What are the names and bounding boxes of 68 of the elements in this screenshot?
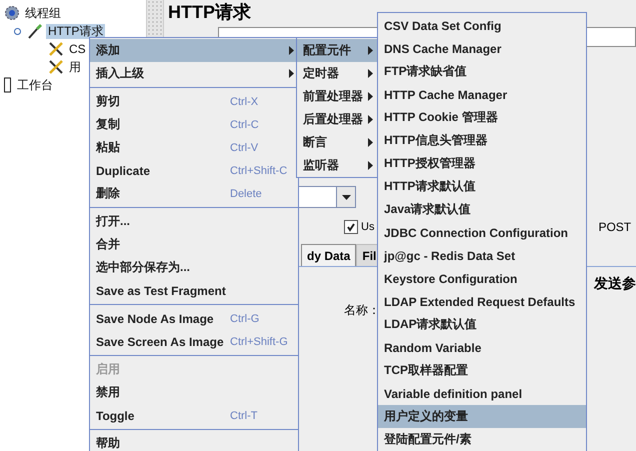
menu-item[interactable]: HTTP请求默认值 <box>378 175 586 198</box>
menu-item[interactable]: Keystore Configuration <box>378 267 586 290</box>
menu-item[interactable]: LDAP Extended Request Defaults <box>378 290 586 313</box>
submenu-arrow-icon <box>368 161 373 170</box>
menu-item[interactable]: 剪切 Ctrl-X <box>90 90 298 113</box>
menu-item[interactable]: Save Node As Image Ctrl-G <box>90 307 298 330</box>
menu-item[interactable]: HTTP信息头管理器 <box>378 129 586 152</box>
submenu-arrow-icon <box>289 46 294 55</box>
menu-item[interactable]: 定时器 <box>297 62 377 85</box>
menu-item[interactable]: 断言 <box>297 131 377 154</box>
menu-item[interactable]: 登陆配置元件/素 <box>378 428 586 451</box>
menu-item[interactable]: 禁用 <box>90 381 298 404</box>
menu-item[interactable]: 添加 <box>90 39 298 62</box>
menu-item[interactable]: 配置元件 <box>297 39 377 62</box>
box-icon <box>4 77 12 93</box>
submenu-arrow-icon <box>368 92 373 101</box>
tree-item[interactable]: CS <box>67 42 88 56</box>
menu-item[interactable]: 帮助 <box>90 432 298 451</box>
menu-item[interactable]: 监听器 <box>297 154 377 177</box>
menu-item[interactable]: HTTP Cookie 管理器 <box>378 106 586 129</box>
menu-item[interactable]: DNS Cache Manager <box>378 37 586 60</box>
dropper-icon <box>27 23 43 39</box>
menu-item[interactable]: Java请求默认值 <box>378 198 586 221</box>
menu-item[interactable]: Random Variable <box>378 336 586 359</box>
checkbox-label: Us <box>361 221 374 233</box>
menu-item[interactable]: Duplicate Ctrl+Shift-C <box>90 159 298 182</box>
menu-item[interactable]: 前置处理器 <box>297 85 377 108</box>
tree-item[interactable]: 工作台 <box>15 78 55 92</box>
gear-icon <box>4 5 20 21</box>
tree-expander-icon[interactable] <box>14 28 21 34</box>
menu-item[interactable]: 插入上级 <box>90 62 298 85</box>
option-label: POST <box>598 220 632 234</box>
submenu-arrow-icon <box>368 69 373 78</box>
dropdown[interactable] <box>298 186 356 208</box>
menu-item[interactable]: JDBC Connection Configuration <box>378 221 586 244</box>
checkbox[interactable] <box>344 220 358 234</box>
menu-item[interactable]: TCP取样器配置 <box>378 359 586 382</box>
submenu-arrow-icon <box>368 115 373 124</box>
menu-item[interactable]: Save Screen As Image Ctrl+Shift-G <box>90 330 298 353</box>
menu-item[interactable]: HTTP Cache Manager <box>378 83 586 106</box>
dropdown-arrow-icon <box>342 194 350 200</box>
section-label: 发送参 <box>594 275 636 291</box>
menu-item[interactable]: 用户定义的变量 <box>378 405 586 428</box>
menu-item[interactable]: LDAP请求默认值 <box>378 313 586 336</box>
menu-item[interactable]: Save as Test Fragment <box>90 279 298 302</box>
tree-item[interactable]: 用 <box>67 60 83 74</box>
menu-item[interactable]: 复制 Ctrl-C <box>90 113 298 136</box>
menu-item[interactable]: 合并 <box>90 233 298 256</box>
tree-item[interactable]: HTTP请求 <box>46 24 106 38</box>
menu-item[interactable]: FTP请求缺省值 <box>378 60 586 83</box>
field-label: 名称： <box>344 303 380 317</box>
submenu-arrow-icon <box>368 138 373 147</box>
panel-title: HTTP请求 <box>168 1 251 24</box>
menu-item[interactable]: Variable definition panel <box>378 382 586 405</box>
tools-icon <box>48 41 64 57</box>
menu-item[interactable]: 打开... <box>90 210 298 233</box>
menu-item[interactable]: 删除 Delete <box>90 182 298 205</box>
menu-item[interactable]: 后置处理器 <box>297 108 377 131</box>
tools-icon <box>48 59 64 75</box>
tab[interactable]: dy Data <box>301 244 356 266</box>
menu-item[interactable]: HTTP授权管理器 <box>378 152 586 175</box>
submenu-arrow-icon <box>368 46 373 55</box>
menu-item[interactable]: 粘贴 Ctrl-V <box>90 136 298 159</box>
menu-item[interactable]: 选中部分保存为... <box>90 256 298 279</box>
menu-item[interactable]: CSV Data Set Config <box>378 14 586 37</box>
menu-item[interactable]: Toggle Ctrl-T <box>90 404 298 427</box>
submenu-arrow-icon <box>289 69 294 78</box>
tree-item[interactable]: 线程组 <box>23 6 63 20</box>
